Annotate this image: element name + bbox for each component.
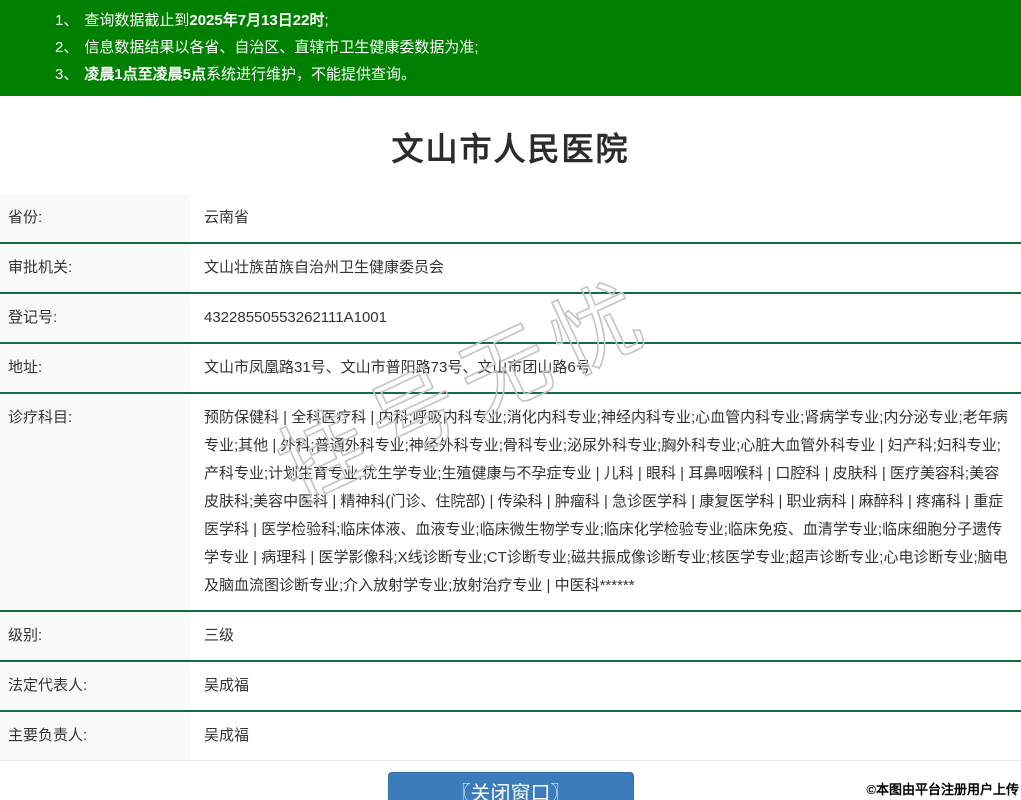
notice-num: 3、 bbox=[55, 66, 78, 83]
close-window-button[interactable]: 〖关闭窗口〗 bbox=[388, 772, 634, 800]
notice-item: 3、凌晨1点至凌晨5点系统进行维护，不能提供查询。 bbox=[55, 61, 1011, 88]
table-row: 登记号:43228550553262111A1001 bbox=[0, 294, 1021, 344]
notice-pre: 信息数据结果以各省、自治区、直辖市卫生健康委数据为准; bbox=[84, 39, 478, 56]
notice-post: ; bbox=[324, 12, 328, 29]
notice-banner: 1、查询数据截止到2025年7月13日22时;2、信息数据结果以各省、自治区、直… bbox=[0, 0, 1021, 96]
row-label: 级别: bbox=[0, 612, 190, 660]
notice-list: 1、查询数据截止到2025年7月13日22时;2、信息数据结果以各省、自治区、直… bbox=[55, 7, 1011, 88]
table-row: 诊疗科目:预防保健科 | 全科医疗科 | 内科;呼吸内科专业;消化内科专业;神经… bbox=[0, 394, 1021, 612]
row-value: 43228550553262111A1001 bbox=[190, 294, 1021, 342]
row-label: 法定代表人: bbox=[0, 662, 190, 710]
row-label: 主要负责人: bbox=[0, 712, 190, 760]
row-value: 三级 bbox=[190, 612, 1021, 660]
row-value: 预防保健科 | 全科医疗科 | 内科;呼吸内科专业;消化内科专业;神经内科专业;… bbox=[190, 394, 1021, 610]
notice-bold: 2025年7月13日22时 bbox=[189, 12, 324, 29]
notice-item: 2、信息数据结果以各省、自治区、直辖市卫生健康委数据为准; bbox=[55, 34, 1011, 61]
row-value: 云南省 bbox=[190, 194, 1021, 242]
table-row: 省份:云南省 bbox=[0, 194, 1021, 244]
row-label: 登记号: bbox=[0, 294, 190, 342]
table-row: 级别:三级 bbox=[0, 612, 1021, 662]
table-row: 法定代表人:吴成福 bbox=[0, 662, 1021, 712]
notice-post: 系统进行维护，不能提供查询。 bbox=[206, 66, 416, 83]
row-value: 吴成福 bbox=[190, 662, 1021, 710]
row-value: 文山壮族苗族自治州卫生健康委员会 bbox=[190, 244, 1021, 292]
notice-num: 2、 bbox=[55, 39, 78, 56]
info-table: 省份:云南省审批机关:文山壮族苗族自治州卫生健康委员会登记号:432285505… bbox=[0, 194, 1021, 761]
row-value: 文山市凤凰路31号、文山市普阳路73号、文山市团山路6号 bbox=[190, 344, 1021, 392]
row-value: 吴成福 bbox=[190, 712, 1021, 760]
notice-pre: 查询数据截止到 bbox=[84, 12, 189, 29]
row-label: 审批机关: bbox=[0, 244, 190, 292]
notice-num: 1、 bbox=[55, 12, 78, 29]
row-label: 省份: bbox=[0, 194, 190, 242]
notice-item: 1、查询数据截止到2025年7月13日22时; bbox=[55, 7, 1011, 34]
table-row: 主要负责人:吴成福 bbox=[0, 712, 1021, 760]
copyright-note: ©本图由平台注册用户上传 bbox=[866, 779, 1019, 798]
row-label: 诊疗科目: bbox=[0, 394, 190, 610]
page-title: 文山市人民医院 bbox=[0, 124, 1021, 170]
table-row: 地址:文山市凤凰路31号、文山市普阳路73号、文山市团山路6号 bbox=[0, 344, 1021, 394]
row-label: 地址: bbox=[0, 344, 190, 392]
notice-bold: 凌晨1点至凌晨5点 bbox=[84, 66, 206, 83]
table-row: 审批机关:文山壮族苗族自治州卫生健康委员会 bbox=[0, 244, 1021, 294]
